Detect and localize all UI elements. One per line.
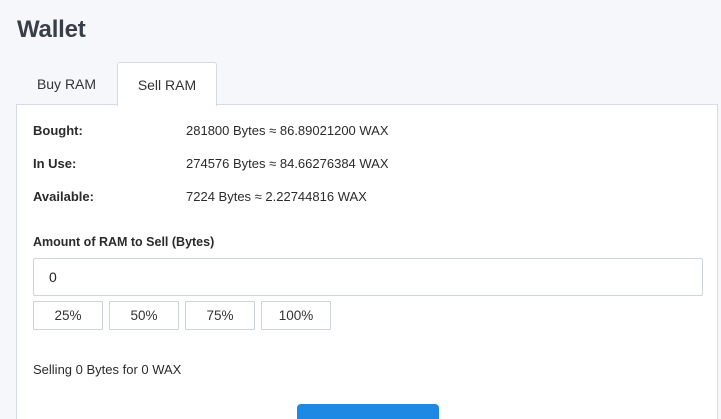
- in-use-row: In Use: 274576 Bytes ≈ 84.66276384 WAX: [33, 154, 389, 172]
- tab-sell-ram[interactable]: Sell RAM: [117, 62, 217, 106]
- amount-input[interactable]: [33, 258, 703, 296]
- available-value: 7224 Bytes ≈ 2.22744816 WAX: [186, 188, 367, 204]
- bought-value: 281800 Bytes ≈ 86.89021200 WAX: [186, 122, 389, 138]
- percent-50-button[interactable]: 50%: [109, 301, 179, 330]
- page-title: Wallet: [17, 16, 86, 43]
- wallet-page: Wallet Buy RAM Sell RAM Bought: 281800 B…: [0, 0, 721, 419]
- percent-25-button[interactable]: 25%: [33, 301, 103, 330]
- percent-75-button[interactable]: 75%: [185, 301, 255, 330]
- tab-bar: Buy RAM Sell RAM: [16, 62, 217, 106]
- percent-buttons: 25% 50% 75% 100%: [33, 301, 331, 330]
- sell-ram-button[interactable]: [297, 404, 439, 419]
- in-use-label: In Use:: [33, 155, 77, 171]
- available-label: Available:: [33, 188, 94, 204]
- available-row: Available: 7224 Bytes ≈ 2.22744816 WAX: [33, 187, 367, 205]
- bought-row: Bought: 281800 Bytes ≈ 86.89021200 WAX: [33, 121, 389, 139]
- tab-buy-ram[interactable]: Buy RAM: [16, 62, 117, 105]
- amount-label: Amount of RAM to Sell (Bytes): [33, 235, 215, 249]
- percent-100-button[interactable]: 100%: [261, 301, 331, 330]
- in-use-value: 274576 Bytes ≈ 84.66276384 WAX: [186, 155, 389, 171]
- bought-label: Bought:: [33, 122, 83, 138]
- sell-summary: Selling 0 Bytes for 0 WAX: [33, 362, 182, 377]
- sell-ram-panel: Bought: 281800 Bytes ≈ 86.89021200 WAX I…: [16, 104, 718, 419]
